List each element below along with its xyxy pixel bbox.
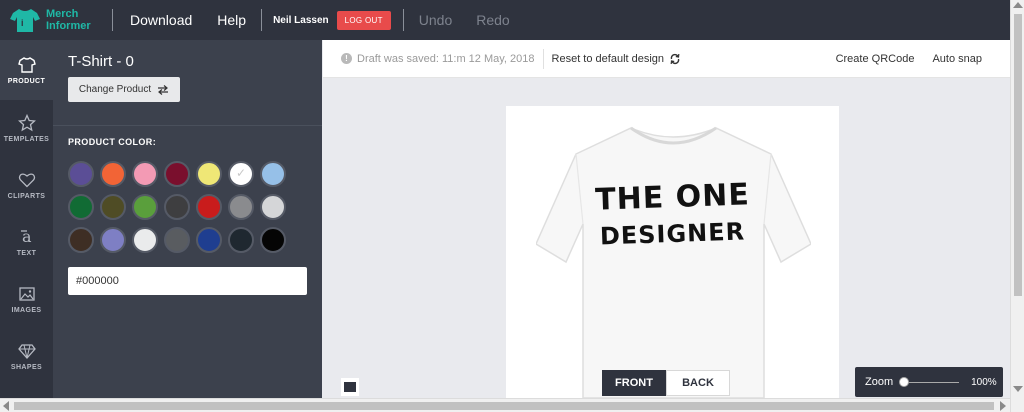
divider (112, 9, 113, 31)
canvas-preview-toggle[interactable] (341, 378, 359, 396)
scroll-down-arrow-icon[interactable] (1013, 386, 1023, 392)
user-name: Neil Lassen (273, 14, 329, 26)
rail-label: IMAGES (11, 307, 42, 314)
help-link[interactable]: Help (217, 12, 246, 28)
scroll-left-arrow-icon[interactable] (3, 401, 9, 411)
side-toggle: FRONT BACK (602, 370, 730, 396)
logo-text: Merch Informer (46, 8, 91, 32)
zoom-slider[interactable] (899, 376, 960, 387)
front-button[interactable]: FRONT (602, 370, 666, 396)
color-swatch[interactable] (196, 161, 222, 187)
logout-button[interactable]: LOG OUT (336, 10, 391, 30)
horizontal-scrollbar[interactable] (0, 398, 1010, 412)
reset-label: Reset to default design (551, 52, 665, 65)
color-swatch[interactable] (260, 161, 286, 187)
reset-design-button[interactable]: Reset to default design (552, 53, 682, 65)
tool-rail: PRODUCT TEMPLATES CLIPARTS a TEXT IMAGES (0, 40, 53, 398)
rail-label: PRODUCT (7, 77, 46, 85)
color-swatch[interactable] (164, 161, 190, 187)
refresh-icon (670, 53, 680, 64)
change-product-button[interactable]: Change Product (68, 77, 180, 102)
divider (53, 125, 322, 126)
logo-line2: Informer (46, 20, 91, 32)
preview-icon (344, 382, 356, 392)
design-canvas[interactable]: THE ONE DESIGNER (506, 106, 839, 398)
zoom-value: 100% (971, 376, 997, 388)
svg-text:i: i (21, 18, 24, 28)
color-swatch[interactable] (228, 227, 254, 253)
diamond-icon (17, 344, 36, 359)
image-icon (18, 287, 35, 301)
toolbar-actions: Create QRCode Auto snap (818, 53, 982, 65)
heart-icon (18, 173, 35, 188)
scroll-up-arrow-icon[interactable] (1013, 2, 1023, 8)
color-swatch[interactable] (260, 194, 286, 220)
redo-button[interactable]: Redo (476, 12, 509, 28)
top-bar: i Merch Informer Download Help Neil Lass… (0, 0, 1010, 40)
color-swatch[interactable] (68, 161, 94, 187)
divider (402, 9, 404, 31)
color-swatch[interactable] (132, 194, 158, 220)
rail-label: SHAPES (10, 364, 43, 371)
logo-line1: Merch (46, 8, 79, 20)
rail-label: CLIPARTS (7, 193, 46, 200)
rail-item-text[interactable]: a TEXT (0, 214, 53, 271)
download-link[interactable]: Download (130, 12, 192, 28)
rail-item-cliparts[interactable]: CLIPARTS (0, 157, 53, 214)
draft-status: ! Draft was saved: 11:m 12 May, 2018 (341, 53, 535, 65)
color-swatch[interactable] (228, 161, 254, 187)
color-swatch[interactable] (100, 194, 126, 220)
tshirt-logo-icon: i (10, 9, 40, 32)
rail-item-templates[interactable]: TEMPLATES (0, 100, 53, 157)
color-swatches (68, 161, 298, 260)
color-swatch[interactable] (228, 194, 254, 220)
color-swatch[interactable] (260, 227, 286, 253)
color-swatch[interactable] (132, 227, 158, 253)
color-swatch[interactable] (132, 161, 158, 187)
info-icon: ! (341, 53, 352, 64)
color-swatch[interactable] (68, 194, 94, 220)
canvas-toolbar: ! Draft was saved: 11:m 12 May, 2018 Res… (323, 40, 1010, 78)
color-swatch[interactable] (100, 161, 126, 187)
scroll-right-arrow-icon[interactable] (1000, 401, 1006, 411)
color-swatch[interactable] (196, 227, 222, 253)
product-title: T-Shirt - 0 (68, 53, 134, 70)
product-panel: T-Shirt - 0 Change Product PRODUCT COLOR… (53, 40, 322, 398)
merch-informer-logo[interactable]: i Merch Informer (0, 7, 112, 33)
rail-label: TEMPLATES (3, 136, 50, 143)
rail-label: TEXT (16, 250, 37, 257)
text-icon: a (20, 228, 32, 246)
zoom-slider-handle[interactable] (899, 376, 910, 387)
rail-item-shapes[interactable]: SHAPES (0, 328, 53, 385)
zoom-control: Zoom 100% (855, 367, 1003, 397)
color-swatch[interactable] (100, 227, 126, 253)
vertical-scroll-thumb[interactable] (1014, 14, 1022, 296)
divider (261, 9, 263, 31)
color-swatch[interactable] (164, 227, 190, 253)
draft-text: Draft was saved: 11:m 12 May, 2018 (357, 52, 535, 65)
tshirt-mockup-image (536, 126, 811, 398)
divider (542, 48, 544, 69)
color-swatch[interactable] (164, 194, 190, 220)
rail-item-images[interactable]: IMAGES (0, 271, 53, 328)
product-color-heading: PRODUCT COLOR: (68, 137, 157, 147)
star-icon (17, 114, 36, 132)
undo-button[interactable]: Undo (419, 12, 452, 28)
color-swatch[interactable] (68, 227, 94, 253)
rail-item-product[interactable]: PRODUCT (0, 40, 53, 100)
hex-color-input[interactable] (68, 267, 307, 295)
vertical-scrollbar[interactable] (1010, 0, 1024, 412)
color-swatch[interactable] (196, 194, 222, 220)
create-qrcode-button[interactable]: Create QRCode (836, 53, 915, 65)
swap-icon (158, 84, 169, 95)
auto-snap-button[interactable]: Auto snap (932, 53, 982, 65)
zoom-label: Zoom (865, 376, 894, 388)
horizontal-scroll-thumb[interactable] (14, 402, 994, 410)
tshirt-icon (17, 56, 36, 73)
back-button[interactable]: BACK (666, 370, 730, 396)
change-product-label: Change Product (78, 84, 152, 95)
